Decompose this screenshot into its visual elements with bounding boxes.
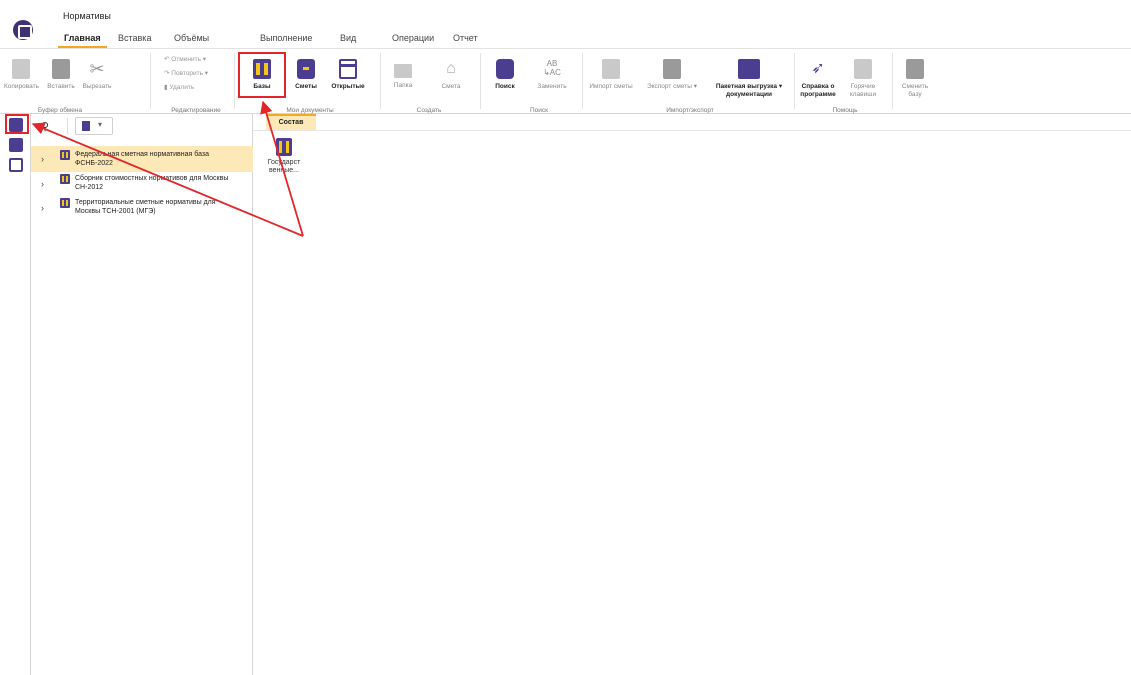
- group-label-edit: Редактирование: [171, 107, 221, 114]
- delete-button[interactable]: ▮ Удалить: [164, 83, 194, 91]
- title-bar: Нормативы Главная Вставка Объёмы Выполне…: [0, 0, 1131, 48]
- separator: [582, 53, 583, 109]
- change-base-button[interactable]: Сменить базу: [898, 59, 932, 99]
- group-label-create: Создать: [416, 107, 442, 114]
- tab-operations[interactable]: Операции: [392, 33, 434, 43]
- binoculars-icon: [496, 59, 514, 79]
- tree-toolbar: ⚲ ▾: [31, 114, 253, 140]
- batch-export-button[interactable]: Пакетная выгрузка ▾ документации: [708, 59, 790, 99]
- hotkeys-button[interactable]: Горячие клавиши: [846, 59, 880, 99]
- tree-item-sn2012[interactable]: › Сборник стоимостных нормативов для Мос…: [31, 172, 253, 196]
- group-label-search: Поиск: [529, 107, 548, 114]
- base-icon: [60, 198, 70, 208]
- tab-volumes[interactable]: Объёмы: [174, 33, 209, 43]
- estimates-button[interactable]: Сметы: [292, 59, 320, 91]
- replace-button[interactable]: AB ↳AC Заменить: [532, 59, 572, 91]
- copy-button[interactable]: Копировать: [4, 59, 39, 91]
- search-button[interactable]: Поиск: [488, 59, 522, 91]
- import-estimate-button[interactable]: Импорт сметы: [586, 59, 636, 91]
- tab-report[interactable]: Отчет: [453, 33, 478, 43]
- chevron-down-icon: ▾: [98, 120, 103, 129]
- view-mode-dropdown[interactable]: ▾: [75, 117, 113, 135]
- opened-panel-icon[interactable]: [9, 158, 23, 172]
- tab-home[interactable]: Главная: [58, 33, 107, 48]
- chevron-right-icon[interactable]: ›: [41, 154, 44, 164]
- redo-button[interactable]: ↷ Повторить ▾: [164, 69, 208, 77]
- paste-button[interactable]: Вставить: [46, 59, 76, 91]
- tab-execution[interactable]: Выполнение: [260, 33, 312, 43]
- app-title: Нормативы: [63, 11, 111, 21]
- building-icon: ⌂: [446, 60, 456, 77]
- search-icon[interactable]: ⚲: [41, 120, 49, 133]
- keyboard-icon: [854, 59, 872, 79]
- group-label-help: Помощь: [832, 107, 858, 114]
- divider: [67, 118, 68, 134]
- ribbon: Копировать Вставить ✂ Вырезать Буфер обм…: [0, 48, 1131, 114]
- strip-highlight-box: [5, 114, 29, 134]
- opened-button[interactable]: Открытые: [328, 59, 368, 91]
- change-base-icon: [906, 59, 924, 79]
- batch-export-icon: [738, 59, 760, 79]
- base-icon: [60, 174, 70, 184]
- app-logo-icon[interactable]: [13, 20, 33, 40]
- group-label-io: Импорт/экспорт: [666, 107, 714, 114]
- tab-insert[interactable]: Вставка: [118, 33, 151, 43]
- separator: [150, 53, 151, 109]
- paste-icon: [52, 59, 70, 79]
- content-area: Состав Государст венные...: [253, 114, 1131, 675]
- copy-icon: [12, 59, 30, 79]
- tab-composition[interactable]: Состав: [266, 114, 316, 130]
- chevron-right-icon[interactable]: ›: [41, 179, 44, 189]
- chevron-right-icon[interactable]: ›: [41, 203, 44, 213]
- separator: [480, 53, 481, 109]
- tree-panel: ⚲ ▾ › Федеральная сметная нормативная ба…: [31, 114, 253, 675]
- base-icon: [276, 138, 292, 156]
- bases-highlight-box: [238, 52, 286, 98]
- base-icon: [60, 150, 70, 160]
- separator: [380, 53, 381, 109]
- export-estimate-button[interactable]: Экспорт сметы ▾: [640, 59, 704, 91]
- undo-button[interactable]: ↶ Отменить ▾: [164, 55, 206, 63]
- window-icon: [339, 59, 357, 79]
- separator: [234, 53, 235, 109]
- group-label-docs: Мои документы: [286, 107, 334, 114]
- content-item-state-bases[interactable]: Государст венные...: [266, 138, 302, 175]
- left-icon-strip: [0, 114, 31, 675]
- separator: [794, 53, 795, 109]
- cut-button[interactable]: ✂ Вырезать: [80, 59, 114, 91]
- replace-icon: AB ↳AC: [543, 59, 561, 77]
- divider: [253, 130, 1131, 131]
- folder-icon: [394, 64, 412, 78]
- tree-item-fsnb[interactable]: › Федеральная сметная нормативная база Ф…: [31, 146, 253, 172]
- group-label-clipboard: Буфер обмена: [37, 107, 83, 114]
- tab-view[interactable]: Вид: [340, 33, 356, 43]
- scissors-icon: ✂: [89, 59, 105, 79]
- view-mode-icon: [82, 121, 90, 131]
- tree-item-tsn2001[interactable]: › Территориальные сметные нормативы для …: [31, 196, 253, 220]
- export-icon: [663, 59, 681, 79]
- about-button[interactable]: ➶ Справка о программе: [798, 59, 838, 99]
- estimates-panel-icon[interactable]: [9, 138, 23, 152]
- rocket-icon: ➶: [811, 60, 825, 77]
- separator: [892, 53, 893, 109]
- import-icon: [602, 59, 620, 79]
- briefcase-icon: [297, 59, 315, 79]
- new-estimate-button[interactable]: ⌂ Смета: [436, 59, 466, 91]
- folder-button[interactable]: Папка: [388, 59, 418, 90]
